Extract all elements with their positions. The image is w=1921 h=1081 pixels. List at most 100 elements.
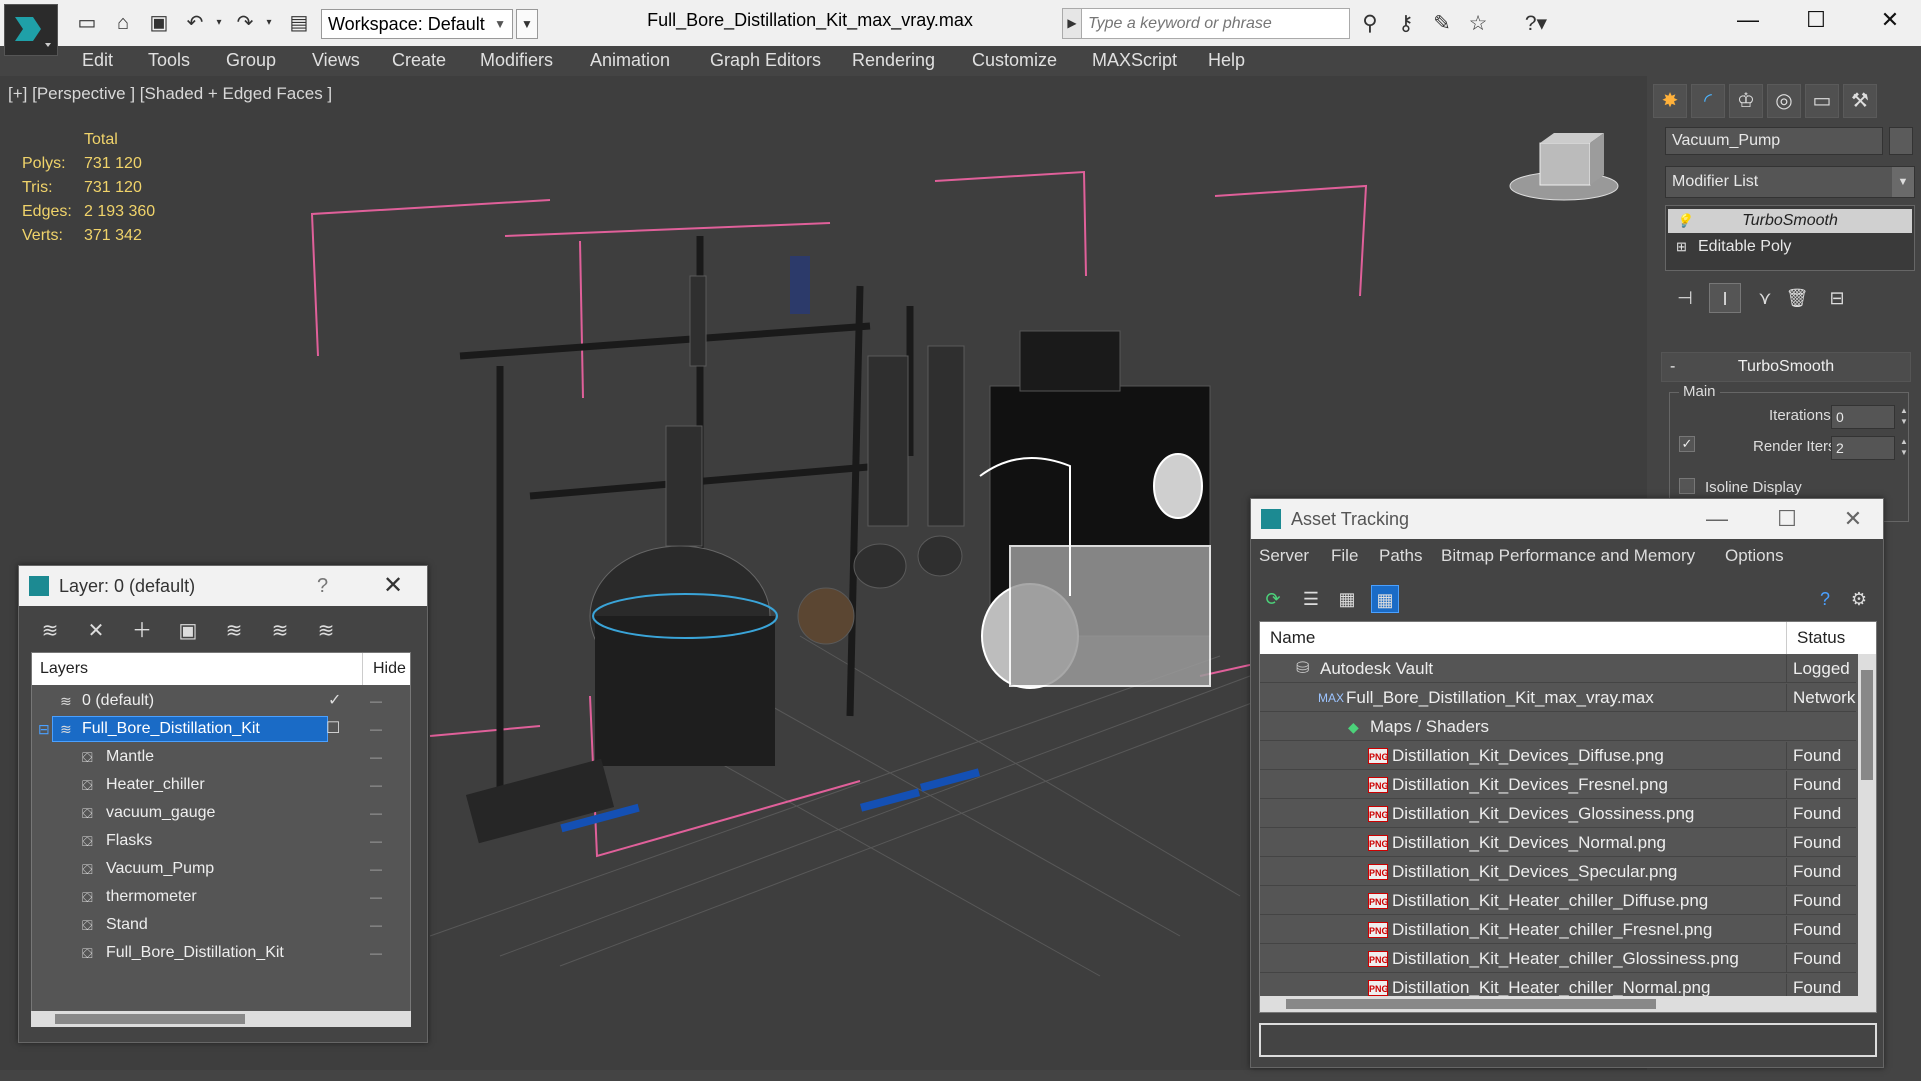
menu-file[interactable]: File [1331,539,1358,573]
select-objects-icon[interactable]: ▣ [171,614,205,648]
horizontal-scrollbar[interactable] [31,1011,411,1027]
create-tab-icon[interactable]: ✸ [1653,84,1687,118]
set-current-layer-icon[interactable]: ≋ [263,614,297,648]
hide-toggle[interactable]: — [370,827,382,855]
column-layers[interactable]: Layers [40,653,88,685]
hide-toggle[interactable]: — [370,799,382,827]
asset-row[interactable]: PNG Distillation_Kit_Heater_chiller_Fresn… [1260,916,1856,944]
column-name[interactable]: Name [1270,622,1315,654]
asset-row[interactable]: PNG Distillation_Kit_Devices_Normal.png Fo… [1260,829,1856,857]
layer-row[interactable]: ⛋ Full_Bore_Distillation_Kit — [32,939,410,967]
menu-server[interactable]: Server [1259,539,1309,573]
app-menu-button[interactable] [4,4,58,56]
help-icon[interactable]: ? [1811,585,1839,613]
remove-modifier-icon[interactable]: 🗑 [1781,283,1813,313]
undo-dropdown-icon[interactable]: ▾ [206,10,232,36]
search-expand-icon[interactable]: ▶ [1062,8,1082,39]
hide-toggle[interactable]: — [370,771,382,799]
tools-icon[interactable]: ✎ [1428,10,1456,38]
hide-toggle[interactable]: — [370,939,382,967]
select-layer-icon[interactable]: ≋ [217,614,251,648]
utilities-tab-icon[interactable]: ⚒ [1843,84,1877,118]
object-name-field[interactable]: Vacuum_Pump [1665,127,1883,155]
menu-views[interactable]: Views [312,46,360,74]
list-view-icon[interactable]: ☰ [1297,585,1325,613]
workspace-menu-button[interactable]: ▼ [516,9,538,39]
stack-item-turbosmooth[interactable]: 💡 TurboSmooth [1668,209,1912,233]
refresh-icon[interactable]: ⟳ [1259,585,1287,613]
asset-row[interactable]: PNG Distillation_Kit_Devices_Specular.png… [1260,858,1856,886]
add-to-layer-icon[interactable]: ＋ [125,614,159,648]
workspace-select[interactable]: Workspace: Default ▼ [321,9,513,39]
layer-window-titlebar[interactable]: Layer: 0 (default) ? ✕ [19,566,427,606]
delete-layer-icon[interactable]: ✕ [79,614,113,648]
redo-icon[interactable]: ↷ [232,10,258,36]
menu-options[interactable]: Options [1725,539,1784,573]
vertical-scrollbar[interactable] [1858,654,1876,1012]
asset-row[interactable]: PNG Distillation_Kit_Heater_chiller_Diffu… [1260,887,1856,915]
open-file-icon[interactable]: ⌂ [110,10,136,36]
iterations-spinner[interactable]: 0 [1831,405,1895,429]
new-file-icon[interactable]: ▭ [74,10,100,36]
asset-row[interactable]: ◆ Maps / Shaders [1260,713,1856,741]
close-icon[interactable]: ✕ [1823,499,1883,539]
search-input[interactable] [1084,9,1346,38]
stack-item-editable-poly[interactable]: ⊞ Editable Poly [1668,235,1912,259]
modify-tab-icon[interactable]: ◜ [1691,84,1725,118]
collapse-icon[interactable]: ⊟ [38,715,50,743]
hide-unhide-layers-icon[interactable]: ≋ [309,614,343,648]
hide-toggle[interactable]: — [370,883,382,911]
object-color-swatch[interactable] [1889,127,1913,155]
horizontal-scrollbar[interactable] [1260,996,1858,1012]
layer-row[interactable]: ⊟ ≋ Full_Bore_Distillation_Kit ☐ — [32,715,410,743]
hide-toggle[interactable]: — [370,687,382,715]
make-unique-icon[interactable]: ⋎ [1749,283,1781,313]
display-tab-icon[interactable]: ▭ [1805,84,1839,118]
menu-modifiers[interactable]: Modifiers [480,46,553,74]
menu-bitmap-performance[interactable]: Bitmap Performance and Memory [1441,539,1695,573]
hide-toggle[interactable]: — [370,715,382,743]
spinner-arrows-icon[interactable]: ▲ ▼ [1897,405,1911,429]
minimize-icon[interactable]: — [1718,0,1778,40]
menu-create[interactable]: Create [392,46,446,74]
maximize-icon[interactable]: ☐ [1757,499,1817,539]
layer-row[interactable]: ⛋ Mantle — [32,743,410,771]
menu-graph-editors[interactable]: Graph Editors [710,46,821,74]
column-hide[interactable]: Hide [362,653,410,685]
menu-maxscript[interactable]: MAXScript [1092,46,1177,74]
column-status[interactable]: Status [1786,622,1876,654]
save-file-icon[interactable]: ▣ [146,10,172,36]
current-layer-box-icon[interactable]: ☐ [326,715,340,743]
asset-row[interactable]: PNG Distillation_Kit_Devices_Diffuse.png F… [1260,742,1856,770]
hide-toggle[interactable]: — [370,855,382,883]
checkmark-icon[interactable]: ✓ [328,687,341,715]
configure-modifier-sets-icon[interactable]: ⊟ [1821,283,1853,313]
lightbulb-icon[interactable]: 💡 [1676,209,1692,233]
asset-path-field[interactable] [1259,1023,1877,1057]
modifier-list-dropdown[interactable]: Modifier List ▼ [1665,166,1915,198]
hide-toggle[interactable]: — [370,743,382,771]
asset-window-titlebar[interactable]: Asset Tracking — ☐ ✕ [1251,499,1883,539]
key-icon[interactable]: ⚷ [1392,10,1420,38]
help-button[interactable]: ? [317,566,328,606]
viewport-label[interactable]: [+] [Perspective ] [Shaded + Edged Faces… [8,84,332,104]
layer-row[interactable]: ≋ 0 (default) ✓ — [32,687,410,715]
redo-dropdown-icon[interactable]: ▾ [256,10,282,36]
star-icon[interactable]: ☆ [1464,10,1492,38]
minimize-icon[interactable]: — [1687,499,1747,539]
maximize-icon[interactable]: ☐ [1786,0,1846,40]
pin-stack-icon[interactable]: ⊣ [1669,283,1701,313]
table-view-icon[interactable]: ▦ [1371,585,1399,613]
spinner-arrows-icon[interactable]: ▲ ▼ [1897,436,1911,460]
asset-row[interactable]: PNG Distillation_Kit_Devices_Fresnel.png F… [1260,771,1856,799]
layer-row[interactable]: ⛋ Vacuum_Pump — [32,855,410,883]
binoculars-icon[interactable]: ⚲ [1356,10,1384,38]
asset-row[interactable]: ⛁ Autodesk Vault Logged [1260,655,1856,683]
scrollbar-thumb[interactable] [1286,999,1656,1009]
hierarchy-tab-icon[interactable]: ♔ [1729,84,1763,118]
layer-row[interactable]: ⛋ thermometer — [32,883,410,911]
asset-row[interactable]: MAX Full_Bore_Distillation_Kit_max_vray.m… [1260,684,1856,712]
close-icon[interactable]: ✕ [383,566,403,606]
create-layer-icon[interactable]: ≋ [33,614,67,648]
menu-animation[interactable]: Animation [590,46,670,74]
